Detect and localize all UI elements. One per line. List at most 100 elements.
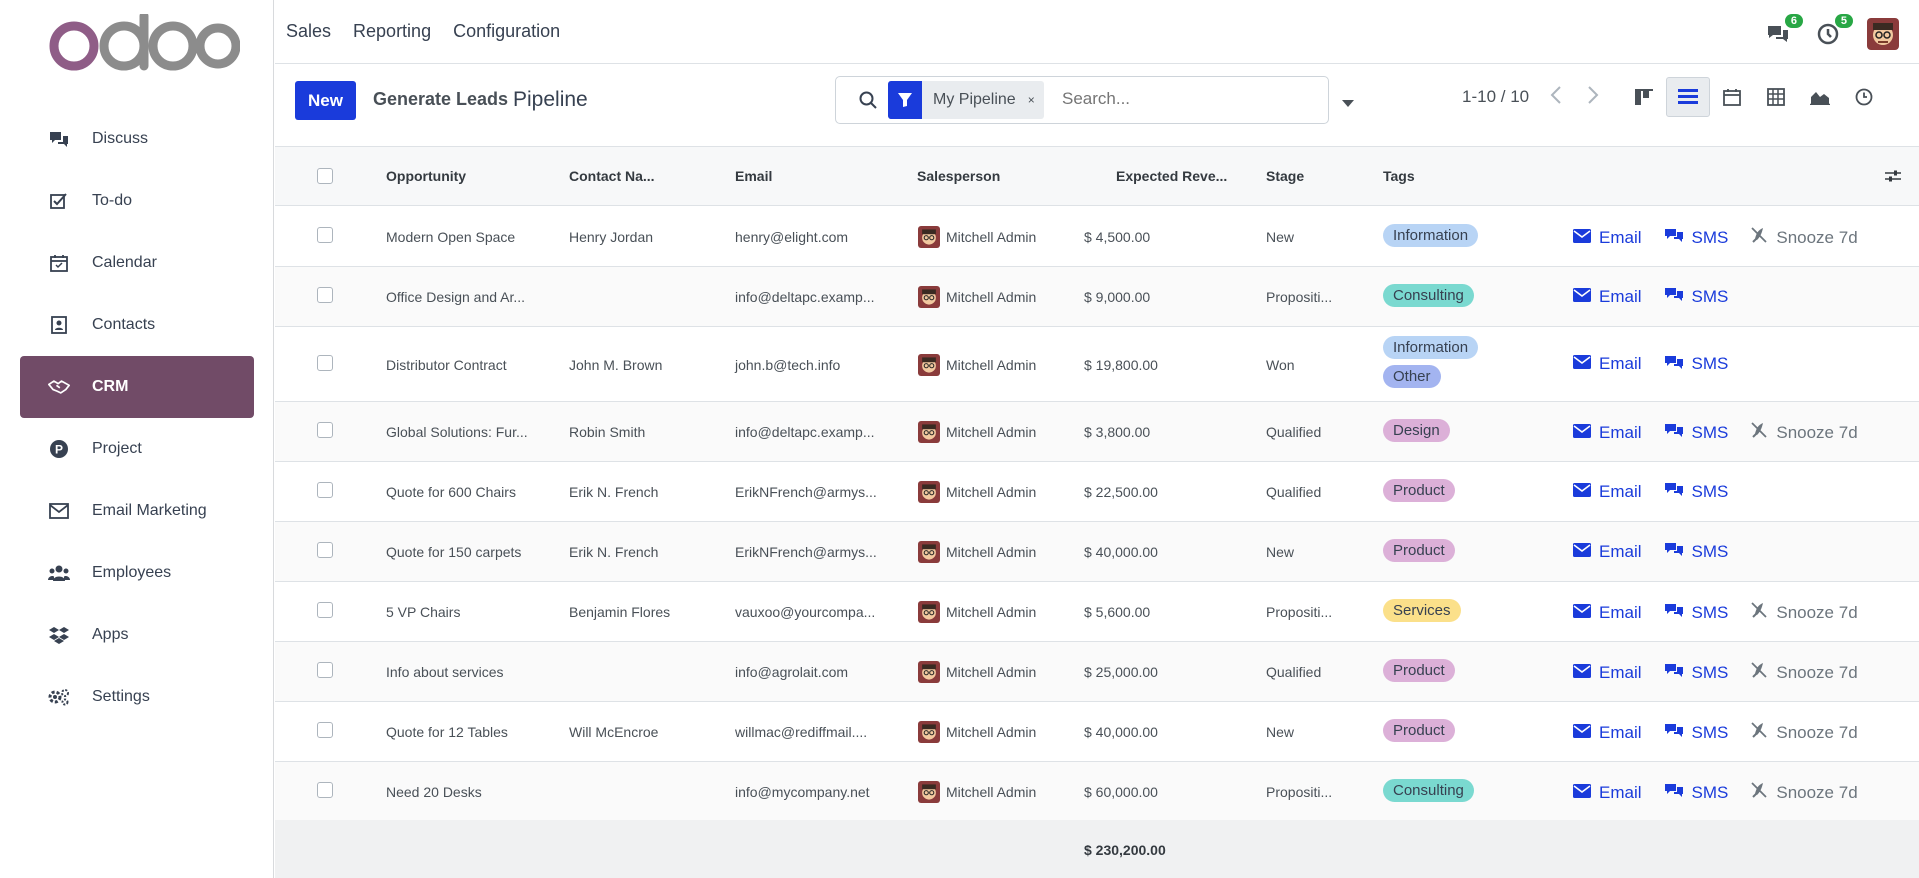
pager-previous-button[interactable] [1550,85,1562,108]
column-email[interactable]: Email [735,168,772,184]
sms-action-button[interactable]: SMS [1664,782,1728,803]
table-row[interactable]: Info about services info@agrolait.com Mitc… [275,642,1919,702]
cell-stage: Qualified [1266,424,1322,440]
row-checkbox[interactable] [317,542,333,558]
snooze-action-button[interactable]: Snooze 7d [1750,601,1858,624]
row-checkbox[interactable] [317,782,333,798]
snooze-action-button[interactable]: Snooze 7d [1750,661,1858,684]
top-menu-sales[interactable]: Sales [286,21,331,42]
sidebar-item-discuss[interactable]: Discuss [20,108,254,170]
row-checkbox[interactable] [317,482,333,498]
kanban-view-button[interactable] [1622,77,1666,117]
optional-columns-toggle[interactable] [1885,169,1901,186]
sms-action-button[interactable]: SMS [1664,354,1728,375]
user-avatar[interactable] [1867,18,1899,50]
row-checkbox[interactable] [317,662,333,678]
sms-icon [1664,354,1692,375]
sidebar-item-to-do[interactable]: To-do [20,170,254,232]
sms-action-button[interactable]: SMS [1664,662,1728,683]
pager-value[interactable]: 1-10 / 10 [1462,87,1529,107]
email-action-button[interactable]: Email [1573,542,1642,562]
sidebar-item-settings[interactable]: Settings [20,666,254,728]
sms-action-button[interactable]: SMS [1664,722,1728,743]
sms-action-button[interactable]: SMS [1664,541,1728,562]
row-checkbox[interactable] [317,354,333,371]
table-row[interactable]: Need 20 Desks info@mycompany.net Mitchell … [275,762,1919,822]
table-row[interactable]: Quote for 12 Tables Will McEncroe willmac@… [275,702,1919,762]
sms-action-button[interactable]: SMS [1664,227,1728,248]
salesperson-avatar [918,781,940,803]
column-expected-revenue[interactable]: Expected Reve... [1116,168,1227,184]
row-checkbox[interactable] [317,287,333,303]
column-contact-name[interactable]: Contact Na... [569,168,655,184]
email-action-button[interactable]: Email [1573,423,1642,443]
sidebar-item-employees[interactable]: Employees [20,542,254,604]
snooze-action-button[interactable]: Snooze 7d [1750,226,1858,249]
pager-next-button[interactable] [1587,85,1599,108]
search-input[interactable] [1062,89,1312,109]
messages-button[interactable]: 6 [1765,14,1803,47]
activity-view-button[interactable] [1842,77,1886,117]
column-stage[interactable]: Stage [1266,168,1304,184]
tag-badge: Product [1383,539,1455,562]
select-all-checkbox[interactable] [317,168,333,184]
row-checkbox[interactable] [317,602,333,618]
email-action-button[interactable]: Email [1573,287,1642,307]
row-checkbox[interactable] [317,227,333,243]
email-action-button[interactable]: Email [1573,354,1642,374]
generate-leads-button[interactable]: Generate Leads [373,89,508,110]
table-row[interactable]: Modern Open Space Henry Jordan henry@eligh… [275,207,1919,267]
discuss-icon [48,128,70,150]
snooze-action-button[interactable]: Snooze 7d [1750,721,1858,744]
email-action-button[interactable]: Email [1573,482,1642,502]
pivot-table-icon [1767,88,1785,106]
cell-email: ErikNFrench@armys... [735,544,877,560]
sms-action-button[interactable]: SMS [1664,286,1728,307]
odoo-logo[interactable] [40,11,241,76]
column-tags[interactable]: Tags [1383,168,1415,184]
filter-facet-label: My Pipeline [933,91,1016,108]
sidebar-item-contacts[interactable]: Contacts [20,294,254,356]
table-row[interactable]: Quote for 150 carpets Erik N. French ErikN… [275,522,1919,582]
table-row[interactable]: Distributor Contract John M. Brown john.b@… [275,327,1919,402]
row-checkbox[interactable] [317,722,333,738]
top-menu-configuration[interactable]: Configuration [453,21,560,42]
envelope-icon [1573,603,1599,623]
pivot-view-button[interactable] [1754,77,1798,117]
new-button[interactable]: New [295,81,356,120]
table-row[interactable]: Global Solutions: Fur... Robin Smith info@… [275,402,1919,462]
cell-stage: Propositi... [1266,289,1333,305]
graph-view-button[interactable] [1798,77,1842,117]
column-salesperson[interactable]: Salesperson [917,168,1000,184]
top-menu-reporting[interactable]: Reporting [353,21,431,42]
table-row[interactable]: Quote for 600 Chairs Erik N. French ErikNF… [275,462,1919,522]
sidebar-item-crm[interactable]: CRM [20,356,254,418]
list-view-button[interactable] [1666,77,1710,117]
row-checkbox[interactable] [317,422,333,438]
sms-action-button[interactable]: SMS [1664,481,1728,502]
table-row[interactable]: 5 VP Chairs Benjamin Flores vauxoo@yourcom… [275,582,1919,642]
sms-action-button[interactable]: SMS [1664,422,1728,443]
sms-action-button[interactable]: SMS [1664,602,1728,623]
sidebar-item-email-marketing[interactable]: Email Marketing [20,480,254,542]
search-bar[interactable]: My Pipeline × [835,76,1329,124]
snooze-action-button[interactable]: Snooze 7d [1750,781,1858,804]
email-action-button[interactable]: Email [1573,663,1642,683]
email-action-button[interactable]: Email [1573,723,1642,743]
email-action-button[interactable]: Email [1573,603,1642,623]
filter-remove-button[interactable]: × [1028,93,1035,107]
sidebar-item-calendar[interactable]: Calendar [20,232,254,294]
table-row[interactable]: Office Design and Ar... info@deltapc.exam… [275,267,1919,327]
cell-opportunity: Info about services [386,664,504,680]
activities-button[interactable]: 5 [1815,14,1853,47]
email-action-button[interactable]: Email [1573,783,1642,803]
cell-opportunity: Distributor Contract [386,356,507,373]
snooze-action-button[interactable]: Snooze 7d [1750,421,1858,444]
column-opportunity[interactable]: Opportunity [386,168,466,184]
sidebar-item-project[interactable]: P Project [20,418,254,480]
sidebar-item-apps[interactable]: Apps [20,604,254,666]
filter-icon [888,81,922,119]
email-action-button[interactable]: Email [1573,228,1642,248]
calendar-view-button[interactable] [1710,77,1754,117]
search-options-toggle[interactable] [1342,95,1354,111]
